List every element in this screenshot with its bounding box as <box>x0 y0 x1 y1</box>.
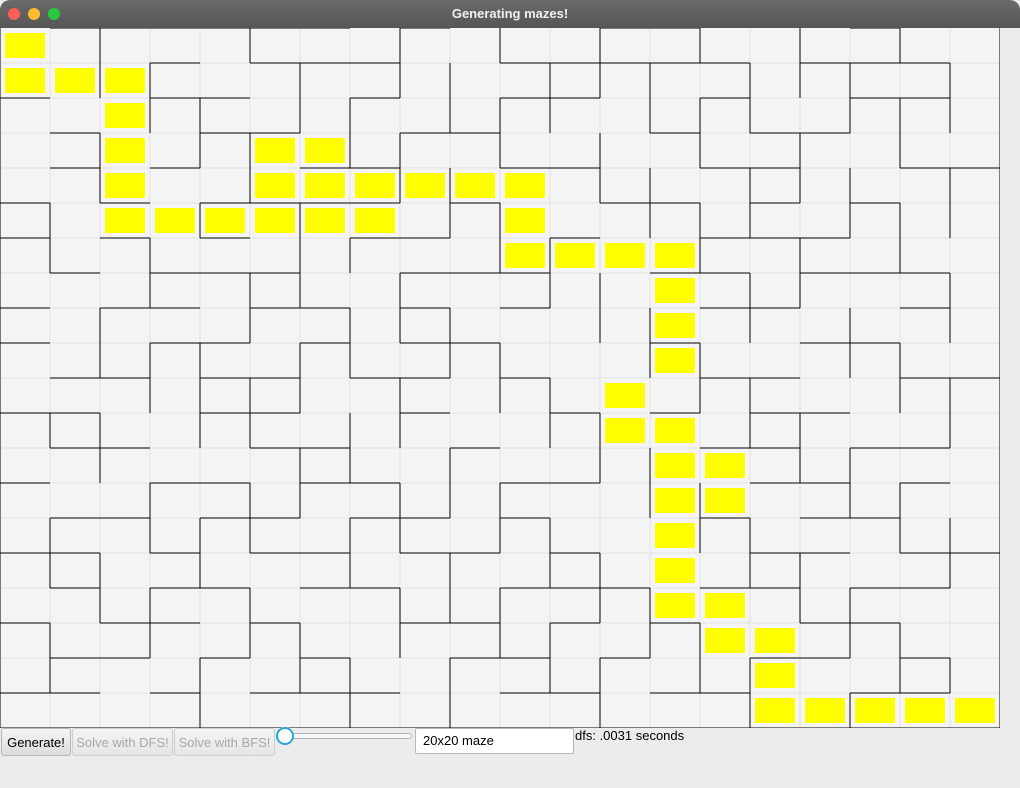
solution-path-cell <box>705 488 745 513</box>
solution-path-cell <box>155 208 195 233</box>
solution-path-cell <box>255 173 295 198</box>
solution-path-cell <box>605 418 645 443</box>
solution-path-cell <box>305 138 345 163</box>
generate-button[interactable]: Generate! <box>1 728 71 756</box>
solve-dfs-button[interactable]: Solve with DFS! <box>72 728 173 756</box>
solution-path-cell <box>655 523 695 548</box>
solution-path-cell <box>755 698 795 723</box>
solution-path-cell <box>305 208 345 233</box>
maze-grid <box>0 28 1000 728</box>
solution-path-cell <box>105 68 145 93</box>
solution-path-cell <box>655 488 695 513</box>
solution-path-cell <box>355 208 395 233</box>
solution-path-cell <box>655 593 695 618</box>
solution-path-cell <box>655 348 695 373</box>
solution-path-cell <box>655 558 695 583</box>
solution-path-cell <box>5 68 45 93</box>
solution-path-cell <box>455 173 495 198</box>
solution-path-cell <box>955 698 995 723</box>
maze-size-field[interactable]: 20x20 maze <box>415 728 574 754</box>
maze-size-slider[interactable] <box>284 733 412 739</box>
solution-path-cell <box>305 173 345 198</box>
solution-path-cell <box>655 453 695 478</box>
solution-path-cell <box>755 628 795 653</box>
solution-path-cell <box>255 208 295 233</box>
solution-path-cell <box>655 313 695 338</box>
solution-path-cell <box>705 453 745 478</box>
solution-path-cell <box>5 33 45 58</box>
solution-path-cell <box>105 138 145 163</box>
solution-path-cell <box>105 208 145 233</box>
solution-path-cell <box>105 103 145 128</box>
solution-path-cell <box>755 663 795 688</box>
solve-bfs-button[interactable]: Solve with BFS! <box>174 728 275 756</box>
solution-path-cell <box>205 208 245 233</box>
solution-path-cell <box>605 383 645 408</box>
solution-path-cell <box>855 698 895 723</box>
window-title: Generating mazes! <box>451 6 569 21</box>
solution-path-cell <box>655 243 695 268</box>
solution-path-cell <box>805 698 845 723</box>
solve-time-label: dfs: .0031 seconds <box>575 728 685 743</box>
solution-path-cell <box>705 628 745 653</box>
solution-path-cell <box>705 593 745 618</box>
solution-path-cell <box>555 243 595 268</box>
solution-path-cell <box>105 173 145 198</box>
solution-path-cell <box>655 418 695 443</box>
window-titlebar: Generating mazes! <box>0 0 1020 28</box>
solution-path-cell <box>605 243 645 268</box>
solution-path-cell <box>505 243 545 268</box>
solution-path-cell <box>255 138 295 163</box>
control-bar: Generate! Solve with DFS! Solve with BFS… <box>0 727 1020 788</box>
solution-path-cell <box>55 68 95 93</box>
solution-path-cell <box>505 173 545 198</box>
solution-path-cell <box>355 173 395 198</box>
solution-path-cell <box>905 698 945 723</box>
solution-path-cell <box>405 173 445 198</box>
solution-path-cell <box>655 278 695 303</box>
solution-path-cell <box>505 208 545 233</box>
slider-knob[interactable] <box>276 727 294 745</box>
